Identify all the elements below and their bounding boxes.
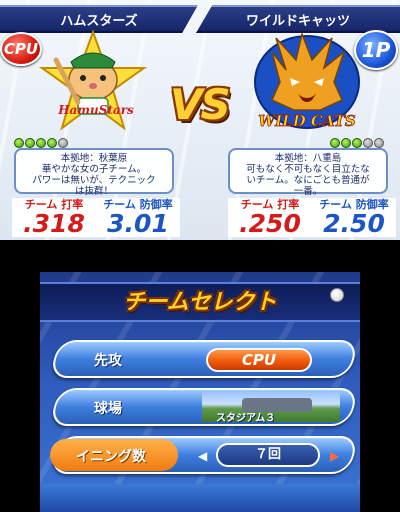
right-team-info: 本拠地：八重島 可もなく不可もなく目立たな いチーム。なにごとも普通が 一番。 (228, 148, 388, 197)
rating-star-icon (374, 138, 384, 148)
rating-star-icon (341, 138, 351, 148)
stat-value: .318 (12, 211, 96, 237)
svg-text:WILD CATS: WILD CATS (258, 112, 356, 130)
first-batting-row[interactable]: 先攻 CPU (49, 340, 359, 378)
bottom-field-band (40, 484, 360, 512)
right-team-name: ワイルドキャッツ (245, 13, 350, 29)
screen-title: チームセレクト (123, 290, 277, 315)
stat-value: 3.01 (96, 211, 180, 237)
right-team-rating (330, 138, 384, 148)
left-arrow-icon[interactable]: ◀ (198, 449, 207, 463)
cpu-badge: CPU (0, 32, 42, 66)
left-team-rating (14, 138, 68, 148)
rating-star-icon (330, 138, 340, 148)
rating-star-icon (25, 138, 35, 148)
baseball-icon (330, 288, 344, 302)
row-label: イニング数 (76, 449, 146, 465)
right-arrow-icon[interactable]: ▶ (330, 449, 339, 463)
right-team-era: チーム 防御率 2.50 (312, 198, 396, 238)
info-line: パワーは無いが、テクニック (32, 175, 156, 186)
bottom-screen: チームセレクト 先攻 CPU 球場 スタジアム３ イニング数 ◀ ７回 ▶ (40, 272, 360, 512)
wildcats-logo-icon: WILD CATS (254, 31, 360, 130)
left-team-info: 本拠地：秋葉原 華やかな女の子チーム。 パワーは無いが、テクニック は抜群！ (14, 148, 174, 197)
first-batting-value-button[interactable]: CPU (206, 348, 312, 372)
versus-text: VS (170, 80, 231, 129)
top-screen: ハムスターズ ワイルドキャッツ CPU 1P HamuStars WILD CA… (0, 0, 400, 240)
row-label: 球場 (94, 401, 122, 417)
info-line: 可もなく不可もなく目立たな (246, 164, 370, 175)
stat-value: 2.50 (312, 211, 396, 237)
info-line: 一番。 (293, 186, 323, 197)
screen-gap (0, 240, 400, 272)
info-line: 本拠地：秋葉原 (60, 153, 128, 164)
stadium-row[interactable]: 球場 スタジアム３ (49, 388, 359, 426)
rating-star-icon (363, 138, 373, 148)
svg-text:HamuStars: HamuStars (57, 103, 134, 117)
right-team-name-bar: ワイルドキャッツ (196, 5, 400, 33)
hamstars-logo-icon: HamuStars (38, 30, 148, 131)
info-line: 本拠地：八重島 (274, 153, 342, 164)
info-line: 華やかな女の子チーム。 (41, 164, 147, 175)
info-line: は抜群！ (74, 186, 113, 197)
info-line: いチーム。なにごとも普通が (246, 175, 370, 186)
left-team-name: ハムスターズ (60, 13, 138, 29)
innings-value: ７回 (216, 443, 320, 467)
stat-value: .250 (228, 211, 312, 237)
rating-star-icon (47, 138, 57, 148)
rating-star-icon (352, 138, 362, 148)
left-team-name-bar: ハムスターズ (0, 5, 198, 33)
stadium-name: スタジアム３ (216, 413, 276, 424)
right-batting-average: チーム 打率 .250 (228, 198, 312, 238)
row-label: 先攻 (94, 353, 122, 369)
left-batting-average: チーム 打率 .318 (12, 198, 96, 238)
innings-row[interactable]: イニング数 ◀ ７回 ▶ (49, 436, 359, 474)
rating-star-icon (58, 138, 68, 148)
rating-star-icon (36, 138, 46, 148)
left-team-era: チーム 防御率 3.01 (96, 198, 180, 238)
rating-star-icon (14, 138, 24, 148)
